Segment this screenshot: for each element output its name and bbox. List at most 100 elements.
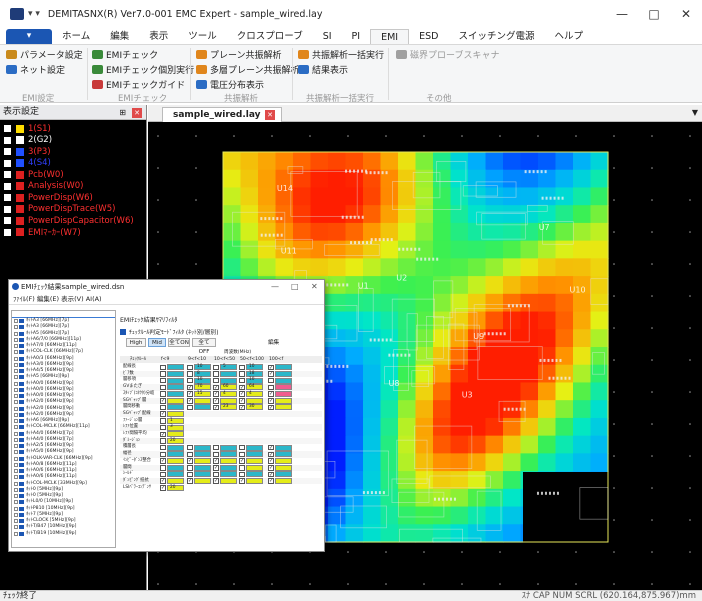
threshold-cell[interactable] (220, 397, 237, 404)
rule-checkbox[interactable] (239, 451, 245, 458)
close-tab-icon[interactable]: ✕ (265, 110, 275, 120)
threshold-cell[interactable] (275, 397, 292, 404)
layer-checkbox[interactable] (4, 148, 11, 156)
layer-checkbox[interactable] (4, 125, 11, 133)
expand-icon[interactable] (14, 381, 18, 386)
expand-icon[interactable] (14, 444, 18, 449)
layer-checkbox[interactable] (4, 171, 11, 179)
threshold-cell[interactable] (194, 471, 211, 478)
expand-icon[interactable] (14, 394, 18, 399)
rule-checkbox[interactable] (160, 465, 166, 471)
threshold-cell[interactable] (246, 464, 263, 471)
threshold-cell[interactable] (220, 464, 237, 471)
expand-icon[interactable] (14, 437, 18, 442)
expand-icon[interactable] (14, 481, 18, 486)
expand-icon[interactable] (14, 531, 18, 536)
rule-checkbox[interactable] (213, 371, 219, 377)
edit-button[interactable]: 編集 (268, 338, 279, 346)
rule-checkbox[interactable] (160, 438, 166, 444)
tab-7[interactable]: EMI (370, 29, 410, 44)
threshold-cell[interactable] (220, 458, 237, 465)
rule-checkbox[interactable] (160, 471, 166, 478)
layer-checkbox[interactable] (4, 194, 11, 202)
rule-checkbox[interactable] (160, 384, 166, 391)
rule-checkbox[interactable]: ✓ (268, 391, 274, 397)
layer-checkbox[interactable] (4, 217, 11, 225)
rule-checkbox[interactable] (268, 377, 274, 384)
rule-checkbox[interactable] (160, 418, 166, 424)
rule-checkbox[interactable] (187, 371, 193, 377)
threshold-cell[interactable] (194, 464, 211, 471)
threshold-cell[interactable] (194, 404, 211, 411)
rule-checkbox[interactable] (239, 377, 245, 384)
threshold-cell[interactable] (167, 370, 184, 377)
all-off-button[interactable]: 全てOFF (192, 338, 216, 355)
net-settings-button[interactable]: ネット設定 (6, 63, 65, 76)
file-menu-button[interactable]: ▾ (6, 29, 52, 44)
rule-checkbox[interactable]: ✓ (213, 404, 219, 411)
rule-checkbox[interactable]: ✓ (187, 458, 193, 464)
layer-item[interactable]: Analysis(W0) (0, 181, 146, 193)
rule-checkbox[interactable]: ✓ (268, 371, 274, 377)
expand-icon[interactable] (14, 400, 18, 405)
threshold-cell[interactable] (275, 478, 292, 485)
expand-icon[interactable] (14, 406, 18, 411)
layer-item[interactable]: EMIﾏｰｶｰ(W7) (0, 227, 146, 238)
close-button[interactable]: ✕ (668, 0, 702, 28)
rule-checkbox[interactable]: ✓ (187, 384, 193, 391)
expand-icon[interactable] (14, 319, 18, 324)
rule-checkbox[interactable] (160, 424, 166, 431)
rule-checkbox[interactable]: ✓ (268, 465, 274, 471)
app-icon[interactable] (10, 8, 24, 20)
threshold-cell[interactable] (246, 451, 263, 458)
rule-checkbox[interactable] (239, 465, 245, 471)
layer-item[interactable]: 3(P3) (0, 146, 146, 158)
threshold-cell[interactable] (194, 451, 211, 458)
rule-checkbox[interactable]: ✓ (213, 458, 219, 464)
mid-button[interactable]: Mid (148, 338, 166, 347)
resonance-batch-button[interactable]: 共振解析一括実行 (298, 48, 384, 61)
expand-icon[interactable] (14, 506, 18, 511)
all-on-button[interactable]: 全てON (168, 338, 190, 347)
expand-icon[interactable] (14, 350, 18, 355)
close-icon[interactable]: ✕ (132, 108, 142, 118)
document-tab[interactable]: sample_wired.lay ✕ (162, 107, 282, 122)
rule-checkbox[interactable] (160, 377, 166, 384)
quick-access-toolbar[interactable]: ▾ ▾ (28, 9, 40, 19)
rule-checkbox[interactable]: ✓ (268, 471, 274, 478)
expand-icon[interactable] (14, 419, 18, 424)
threshold-cell[interactable] (167, 464, 184, 471)
threshold-cell[interactable] (246, 444, 263, 451)
rule-checkbox[interactable]: ✓ (268, 458, 274, 464)
plane-resonance-button[interactable]: プレーン共振解析 (196, 48, 282, 61)
rule-checkbox[interactable]: ✓ (268, 451, 274, 458)
expand-icon[interactable] (14, 475, 18, 480)
layer-item[interactable]: 1(S1) (0, 123, 146, 135)
threshold-cell[interactable] (220, 377, 237, 384)
rule-checkbox[interactable]: ✓ (160, 398, 166, 404)
rule-checkbox[interactable] (239, 471, 245, 478)
emi-check-individual-button[interactable]: EMIチェック個別実行 - (92, 63, 200, 76)
tab-4[interactable]: クロスプローブ (227, 29, 313, 44)
high-button[interactable]: High (126, 338, 146, 347)
tree-search-field[interactable] (12, 311, 115, 318)
rule-checkbox[interactable] (160, 364, 166, 370)
threshold-cell[interactable] (275, 471, 292, 478)
rule-checkbox[interactable]: ✓ (160, 431, 166, 437)
voltage-distribution-button[interactable]: 電圧分布表示 (196, 78, 264, 91)
threshold-cell[interactable] (275, 364, 292, 371)
emi-check-button[interactable]: EMIチェック (92, 48, 158, 61)
rule-checkbox[interactable]: ✓ (213, 391, 219, 397)
rule-checkbox[interactable]: ✓ (239, 384, 245, 391)
tab-8[interactable]: ESD (409, 29, 448, 44)
rule-checkbox[interactable]: ✓ (187, 398, 193, 404)
threshold-cell[interactable] (275, 451, 292, 458)
rule-checkbox[interactable]: ✓ (213, 398, 219, 404)
threshold-cell[interactable] (167, 377, 184, 384)
threshold-cell[interactable] (220, 451, 237, 458)
expand-icon[interactable] (14, 469, 18, 474)
rule-checkbox[interactable] (160, 404, 166, 411)
threshold-cell[interactable] (167, 364, 184, 371)
expand-icon[interactable] (14, 512, 18, 517)
threshold-cell[interactable] (220, 471, 237, 478)
